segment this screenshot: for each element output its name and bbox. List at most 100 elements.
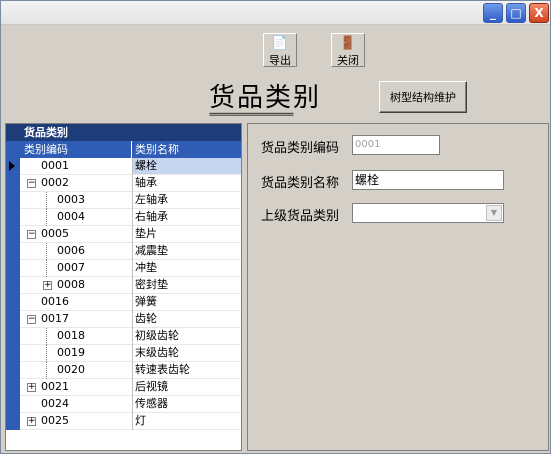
- category-name[interactable]: 弹簧: [133, 294, 241, 310]
- tree-row-code-cell[interactable]: +0008: [20, 277, 133, 294]
- tree-row-code-cell[interactable]: 0020: [20, 362, 133, 379]
- category-code: 0004: [57, 210, 85, 223]
- maximize-button[interactable]: □: [506, 3, 526, 23]
- category-name[interactable]: 轴承: [133, 175, 241, 191]
- column-header-name[interactable]: 类别名称: [133, 141, 241, 158]
- tree-row[interactable]: 0001 螺栓: [9, 158, 241, 175]
- tree-row-code-cell[interactable]: 0024: [20, 396, 133, 413]
- category-code: 0005: [41, 227, 69, 240]
- category-name[interactable]: 初级齿轮: [133, 328, 241, 344]
- tree-row[interactable]: −0005 垫片: [20, 226, 241, 243]
- category-name[interactable]: 冲垫: [133, 260, 241, 276]
- tree-row[interactable]: 0006 减震垫: [20, 243, 241, 260]
- tree-row-code-cell[interactable]: +0025: [20, 413, 133, 430]
- category-name[interactable]: 传感器: [133, 396, 241, 412]
- category-tree-grid[interactable]: 货品类别 类别编码 类别名称 0001 螺栓 −0002 轴承 0003 左轴承 0004 右…: [5, 123, 242, 451]
- category-code: 0008: [57, 278, 85, 291]
- tree-row-code-cell[interactable]: 0016: [20, 294, 133, 311]
- tree-row-code-cell[interactable]: 0006: [20, 243, 133, 260]
- tree-row[interactable]: −0002 轴承: [20, 175, 241, 192]
- category-code: 0018: [57, 329, 85, 342]
- category-code: 0024: [41, 397, 69, 410]
- collapse-icon[interactable]: −: [27, 315, 36, 324]
- category-name[interactable]: 转速表齿轮: [133, 362, 241, 378]
- category-name[interactable]: 末级齿轮: [133, 345, 241, 361]
- collapse-icon[interactable]: −: [27, 179, 36, 188]
- detail-panel: 货品类别编码 0001 货品类别名称 螺栓 上级货品类别 ▼: [247, 123, 549, 451]
- tree-row[interactable]: +0025 灯: [20, 413, 241, 430]
- category-code: 0001: [41, 159, 69, 172]
- category-code: 0002: [41, 176, 69, 189]
- category-name[interactable]: 密封垫: [133, 277, 241, 293]
- tree-row[interactable]: 0024 传感器: [20, 396, 241, 413]
- tree-row[interactable]: 0007 冲垫: [20, 260, 241, 277]
- tree-row-code-cell[interactable]: −0002: [20, 175, 133, 192]
- tree-row-code-cell[interactable]: 0001: [20, 158, 133, 175]
- tree-row[interactable]: −0017 齿轮: [20, 311, 241, 328]
- title-underline: ===================: [209, 110, 294, 120]
- tree-row-code-cell[interactable]: +0021: [20, 379, 133, 396]
- category-code: 0017: [41, 312, 69, 325]
- tree-row-code-cell[interactable]: 0004: [20, 209, 133, 226]
- category-code-label: 货品类别编码: [261, 141, 340, 156]
- tree-row-code-cell[interactable]: 0019: [20, 345, 133, 362]
- tree-row-code-cell[interactable]: −0017: [20, 311, 133, 328]
- tree-row-code-cell[interactable]: 0018: [20, 328, 133, 345]
- category-code: 0016: [41, 295, 69, 308]
- tree-row[interactable]: +0008 密封垫: [20, 277, 241, 294]
- close-label: 关闭: [337, 54, 359, 67]
- page-title: 货品类别: [209, 83, 322, 113]
- category-name[interactable]: 灯: [133, 413, 241, 429]
- tree-maintenance-button[interactable]: 树型结构维护: [379, 81, 467, 113]
- export-doc-icon: 📄: [271, 36, 289, 51]
- title-bar: _ □ X: [1, 1, 550, 25]
- exit-door-icon: 🚪: [339, 36, 357, 51]
- minimize-button[interactable]: _: [483, 3, 503, 23]
- category-name[interactable]: 垫片: [133, 226, 241, 242]
- export-button[interactable]: 📄 导出: [263, 33, 297, 67]
- tree-connector-line: [46, 209, 47, 226]
- category-name[interactable]: 右轴承: [133, 209, 241, 225]
- parent-category-label: 上级货品类别: [261, 209, 340, 224]
- tree-caption: 货品类别: [6, 124, 241, 141]
- category-code: 0007: [57, 261, 85, 274]
- column-header-code[interactable]: 类别编码: [22, 141, 132, 158]
- category-name[interactable]: 后视镜: [133, 379, 241, 395]
- tree-row[interactable]: 0020 转速表齿轮: [20, 362, 241, 379]
- category-name-label: 货品类别名称: [261, 176, 340, 191]
- category-name[interactable]: 齿轮: [133, 311, 241, 327]
- category-name[interactable]: 减震垫: [133, 243, 241, 259]
- tree-header-row: 类别编码 类别名称: [6, 141, 241, 158]
- tree-row-code-cell[interactable]: 0003: [20, 192, 133, 209]
- tree-row[interactable]: +0021 后视镜: [20, 379, 241, 396]
- close-window-button[interactable]: X: [529, 3, 549, 23]
- export-label: 导出: [269, 54, 291, 67]
- category-name[interactable]: 螺栓: [133, 158, 241, 174]
- tree-row[interactable]: 0016 弹簧: [20, 294, 241, 311]
- tree-row-code-cell[interactable]: −0005: [20, 226, 133, 243]
- parent-category-select[interactable]: ▼: [352, 203, 504, 223]
- tree-row[interactable]: 0018 初级齿轮: [20, 328, 241, 345]
- expand-icon[interactable]: +: [27, 417, 36, 426]
- tree-connector-line: [46, 345, 47, 362]
- category-name[interactable]: 左轴承: [133, 192, 241, 208]
- category-code: 0019: [57, 346, 85, 359]
- expand-icon[interactable]: +: [27, 383, 36, 392]
- tree-row[interactable]: 0003 左轴承: [20, 192, 241, 209]
- tree-row-code-cell[interactable]: 0007: [20, 260, 133, 277]
- close-button[interactable]: 🚪 关闭: [331, 33, 365, 67]
- category-code: 0003: [57, 193, 85, 206]
- tree-row[interactable]: 0019 末级齿轮: [20, 345, 241, 362]
- tree-connector-line: [46, 243, 47, 260]
- category-code: 0020: [57, 363, 85, 376]
- tree-row[interactable]: 0004 右轴承: [20, 209, 241, 226]
- category-name-field[interactable]: 螺栓: [352, 170, 504, 190]
- collapse-icon[interactable]: −: [27, 230, 36, 239]
- category-code: 0006: [57, 244, 85, 257]
- expand-icon[interactable]: +: [43, 281, 52, 290]
- tree-connector-line: [46, 328, 47, 345]
- tree-connector-line: [46, 362, 47, 379]
- current-row-indicator-icon: [9, 161, 15, 171]
- dropdown-arrow-icon[interactable]: ▼: [486, 205, 502, 221]
- row-selector-column: [6, 158, 20, 430]
